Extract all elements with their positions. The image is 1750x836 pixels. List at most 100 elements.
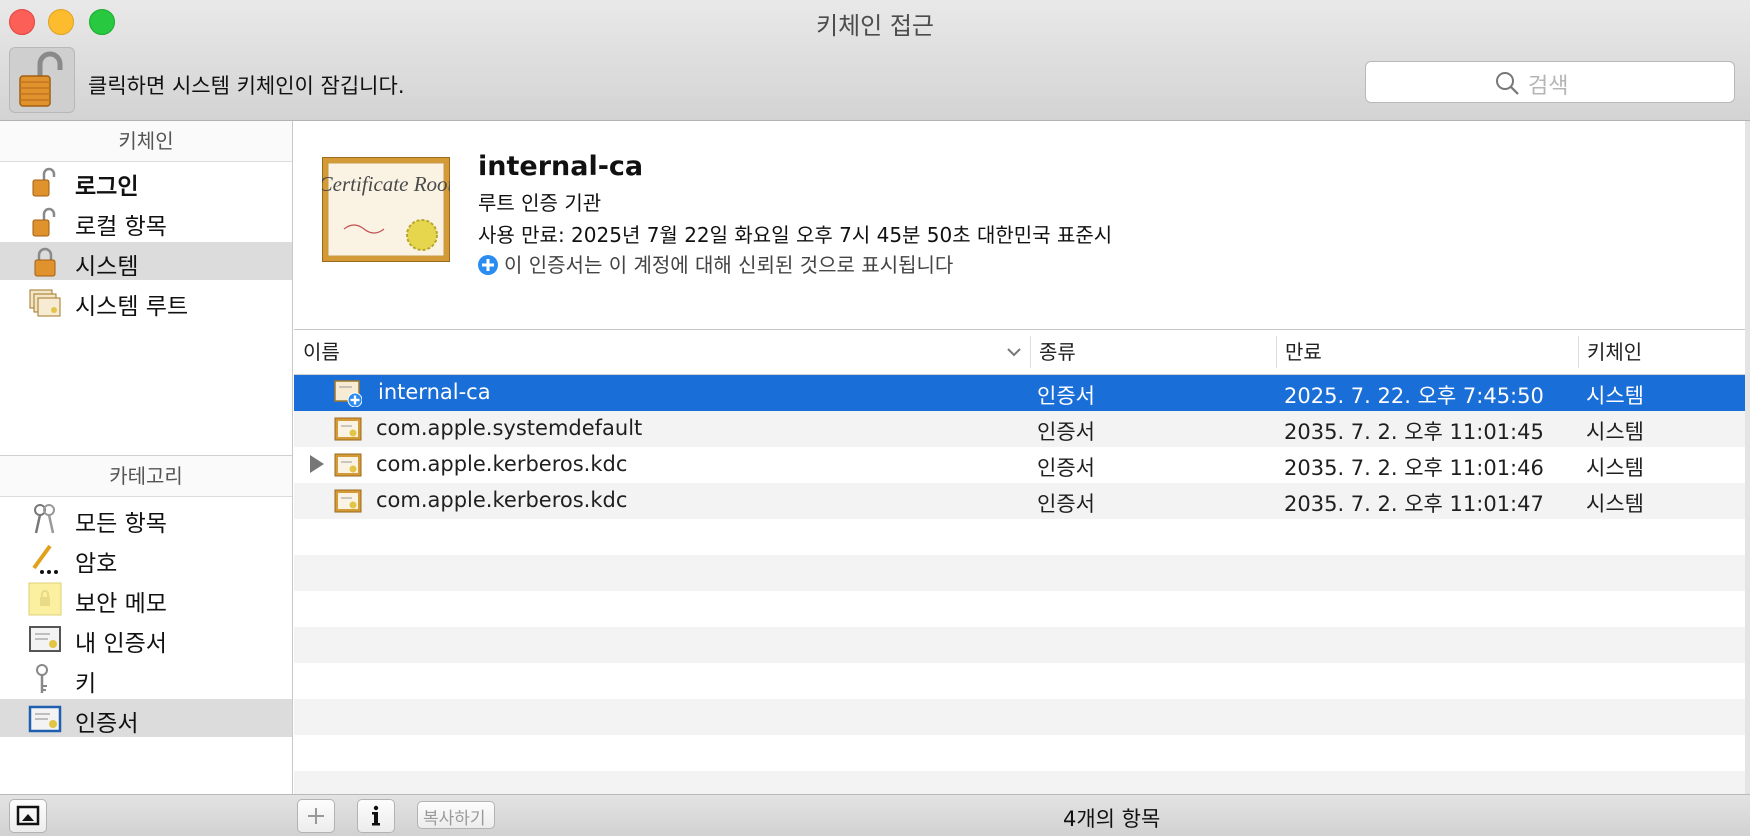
certificate-stack-icon (29, 289, 61, 317)
info-button[interactable] (357, 799, 395, 833)
cell-expires: 2035. 7. 2. 오후 11:01:46 (1284, 456, 1544, 480)
certificate-expiry: 사용 만료: 2025년 7월 22일 화요일 오후 7시 45분 50초 대한… (478, 223, 1113, 247)
sidebar-item-label: 로그인 (75, 174, 139, 200)
window-right-edge (1745, 121, 1750, 794)
certificate-name: internal-ca (478, 151, 644, 182)
copy-button[interactable]: 복사하기 (417, 801, 495, 829)
certificate-icon (334, 489, 362, 513)
search-field[interactable]: 검색 (1365, 61, 1735, 103)
column-header-expires[interactable]: 만료 (1285, 330, 1322, 374)
lock-closed-icon (34, 247, 56, 277)
toggle-sidebar-button[interactable] (9, 799, 47, 833)
certificate-large-icon: Certificate Root (322, 157, 450, 262)
window-title: 키체인 접근 (815, 12, 935, 40)
trust-text: 이 인증서는 이 계정에 대해 신뢰된 것으로 표시됩니다 (504, 253, 954, 277)
keychains-header: 키체인 (0, 121, 292, 162)
table-row[interactable]: com.apple.kerberos.kdc 인증서 2035. 7. 2. 오… (294, 483, 1745, 519)
column-header-name[interactable]: 이름 (303, 330, 1003, 374)
keys-icon (34, 504, 55, 534)
items-table: 이름 종류 만료 키체인 internal-ca 인증서 2025. 7. 22… (294, 330, 1745, 794)
cell-name: com.apple.systemdefault (376, 416, 643, 440)
sidebar-item-login[interactable]: 로그인 (0, 162, 292, 200)
sidebar-item-label: 보안 메모 (75, 591, 167, 617)
empty-row (294, 591, 1745, 627)
column-separator[interactable] (1030, 336, 1031, 368)
sidebar-item-label: 모든 항목 (75, 511, 167, 537)
titlebar-toolbar: 키체인 접근 클릭하면 시스템 키체인이 잠깁니다. 검색 (0, 0, 1750, 121)
key-icon (36, 664, 48, 693)
cell-kind: 인증서 (1037, 384, 1095, 408)
certificate-trust-status: 이 인증서는 이 계정에 대해 신뢰된 것으로 표시됩니다 (478, 249, 953, 278)
empty-row (294, 627, 1745, 663)
empty-row (294, 519, 1745, 555)
empty-row (294, 771, 1745, 794)
sidebar-item-certificates[interactable]: 인증서 (0, 699, 292, 737)
sidebar-item-my-certificates[interactable]: 내 인증서 (0, 619, 292, 657)
keychain-access-window: 키체인 접근 클릭하면 시스템 키체인이 잠깁니다. 검색 키체인 로그인 로컬… (0, 0, 1750, 836)
column-header-kind[interactable]: 종류 (1039, 330, 1076, 374)
sidebar-item-label: 키 (75, 671, 97, 697)
my-certificate-icon (29, 626, 61, 652)
sidebar: 키체인 로그인 로컬 항목 시스템 시스템 루트 카테고리 모든 항목 암호 보… (0, 121, 293, 794)
chevron-down-icon[interactable] (1006, 344, 1022, 360)
column-header-keychain[interactable]: 키체인 (1587, 330, 1642, 374)
empty-row (294, 663, 1745, 699)
lock-status-text: 클릭하면 시스템 키체인이 잠깁니다. (88, 74, 405, 98)
column-separator[interactable] (1578, 336, 1579, 368)
empty-row (294, 699, 1745, 735)
cell-kind: 인증서 (1037, 456, 1095, 480)
sidebar-item-secure-notes[interactable]: 보안 메모 (0, 579, 292, 617)
note-lock-icon (28, 582, 62, 616)
sidebar-item-local-items[interactable]: 로컬 항목 (0, 202, 292, 240)
search-icon (1496, 72, 1519, 95)
plus-circle-icon (478, 255, 498, 275)
keychain-lock-button[interactable] (9, 47, 75, 113)
sidebar-item-keys[interactable]: 키 (0, 659, 292, 697)
sidebar-toggle-icon (16, 805, 40, 826)
lock-open-icon (32, 207, 56, 237)
info-icon (372, 805, 380, 826)
certificate-icon (28, 705, 62, 733)
sidebar-item-label: 로컬 항목 (75, 214, 167, 240)
certificate-kind: 루트 인증 기관 (478, 191, 602, 215)
cell-keychain: 시스템 (1586, 456, 1644, 480)
certificate-title-text: Certificate Root (322, 172, 450, 196)
sidebar-item-label: 내 인증서 (75, 631, 167, 657)
cell-kind: 인증서 (1037, 492, 1095, 516)
sidebar-item-label: 시스템 루트 (75, 294, 189, 320)
sidebar-item-label: 시스템 (75, 254, 139, 280)
cell-keychain: 시스템 (1586, 420, 1644, 444)
table-row[interactable]: internal-ca 인증서 2025. 7. 22. 오후 7:45:50 … (294, 375, 1745, 411)
sidebar-item-all-items[interactable]: 모든 항목 (0, 499, 292, 537)
cell-keychain: 시스템 (1586, 384, 1644, 408)
certificate-trusted-icon (334, 380, 362, 407)
sidebar-item-passwords[interactable]: 암호 (0, 539, 292, 577)
table-row[interactable]: com.apple.kerberos.kdc 인증서 2035. 7. 2. 오… (294, 447, 1745, 483)
certificate-icon (334, 453, 362, 477)
search-placeholder: 검색 (1528, 74, 1569, 99)
cell-name: internal-ca (378, 380, 491, 404)
cell-name: com.apple.kerberos.kdc (376, 452, 628, 476)
table-row[interactable]: com.apple.systemdefault 인증서 2035. 7. 2. … (294, 411, 1745, 447)
lock-open-icon (19, 51, 63, 107)
empty-row (294, 555, 1745, 591)
table-header: 이름 종류 만료 키체인 (294, 330, 1745, 375)
categories-header: 카테고리 (0, 456, 292, 497)
sidebar-item-label: 암호 (75, 551, 118, 577)
cell-expires: 2035. 7. 2. 오후 11:01:47 (1284, 492, 1544, 516)
item-count-label: 4개의 항목 (1063, 807, 1161, 831)
cell-name: com.apple.kerberos.kdc (376, 488, 628, 512)
certificate-icon (334, 417, 362, 441)
empty-row (294, 735, 1745, 771)
column-separator[interactable] (1276, 336, 1277, 368)
sidebar-item-system-roots[interactable]: 시스템 루트 (0, 282, 292, 320)
sidebar-item-label: 인증서 (75, 711, 139, 737)
bottom-bar: 복사하기 4개의 항목 (0, 794, 1750, 836)
plus-icon (308, 808, 324, 824)
disclosure-triangle[interactable] (310, 455, 324, 473)
cell-expires: 2025. 7. 22. 오후 7:45:50 (1284, 384, 1544, 408)
lock-open-icon (32, 167, 56, 197)
add-item-button[interactable] (297, 799, 335, 833)
sidebar-item-system[interactable]: 시스템 (0, 242, 292, 280)
cell-keychain: 시스템 (1586, 492, 1644, 516)
